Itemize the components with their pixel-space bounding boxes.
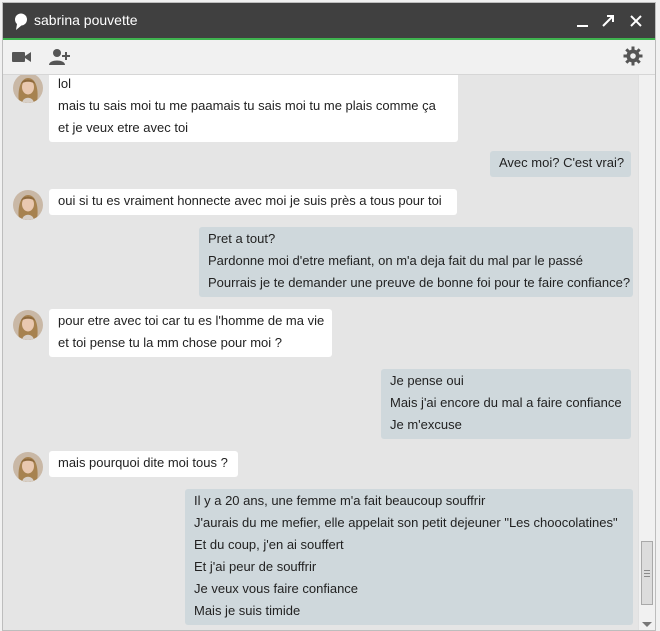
incoming-message: mais pourquoi dite moi tous ? [49,451,238,477]
message-line: Et du coup, j'en ai souffert [194,537,344,552]
message-line: Je veux vous faire confiance [194,581,359,596]
outgoing-message: Avec moi? C'est vrai? [490,151,631,177]
message-line: Pret a tout? [208,231,276,246]
close-icon[interactable] [627,12,645,30]
settings-icon[interactable] [623,46,643,66]
minimize-icon[interactable] [574,12,592,30]
scrollbar[interactable] [638,75,655,630]
contact-name: sabrina pouvette [34,12,138,28]
avatar[interactable] [13,190,43,220]
scrollbar-thumb[interactable] [641,541,653,605]
message-line: oui si tu es vraiment honnecte avec moi … [58,193,442,208]
message-line: Avec moi? C'est vrai? [499,155,625,170]
message-line: mais pourquoi dite moi tous ? [58,455,228,470]
message-line: et je veux etre avec toi [58,120,189,135]
pop-out-icon[interactable] [599,12,617,30]
incoming-message: oui si tu es vraiment honnecte avec moi … [49,189,457,215]
message-line: Il y a 20 ans, une femme m'a fait beauco… [194,493,486,508]
incoming-message: lol mais tu sais moi tu me paamais tu sai… [49,75,458,142]
message-line: Pardonne moi d'etre mefiant, on m'a deja… [208,253,583,268]
add-person-icon[interactable] [49,47,71,67]
outgoing-message: Il y a 20 ans, une femme m'a fait beauco… [185,489,633,625]
title-bar: sabrina pouvette [3,3,655,40]
avatar[interactable] [13,310,43,340]
message-line: pour etre avec toi car tu es l'homme de … [58,313,325,328]
message-line: Mais j'ai encore du mal a faire confianc… [390,395,622,410]
message-line: J'aurais du me mefier, elle appelait son… [194,515,618,530]
message-line: Pourrais je te demander une preuve de bo… [208,275,631,290]
message-list[interactable]: lol mais tu sais moi tu me paamais tu sai… [3,75,639,630]
message-line: mais tu sais moi tu me paamais tu sais m… [58,98,436,113]
avatar[interactable] [13,452,43,482]
chat-toolbar [3,40,655,75]
message-line: lol [58,76,72,91]
message-line: Je m'excuse [390,417,462,432]
message-line: Et j'ai peur de souffrir [194,559,317,574]
message-line: Mais je suis timide [194,603,301,618]
outgoing-message: Pret a tout? Pardonne moi d'etre mefiant,… [199,227,633,297]
scroll-down-arrow[interactable] [642,622,652,627]
chat-bubble-icon [15,13,27,30]
message-line: Je pense oui [390,373,464,388]
video-call-icon[interactable] [11,49,33,65]
chat-window: sabrina pouvette lol mais tu sais moi tu… [2,2,656,631]
avatar[interactable] [13,75,43,103]
incoming-message: pour etre avec toi car tu es l'homme de … [49,309,332,357]
outgoing-message: Je pense oui Mais j'ai encore du mal a fa… [381,369,631,439]
message-line: et toi pense tu la mm chose pour moi ? [58,335,283,350]
